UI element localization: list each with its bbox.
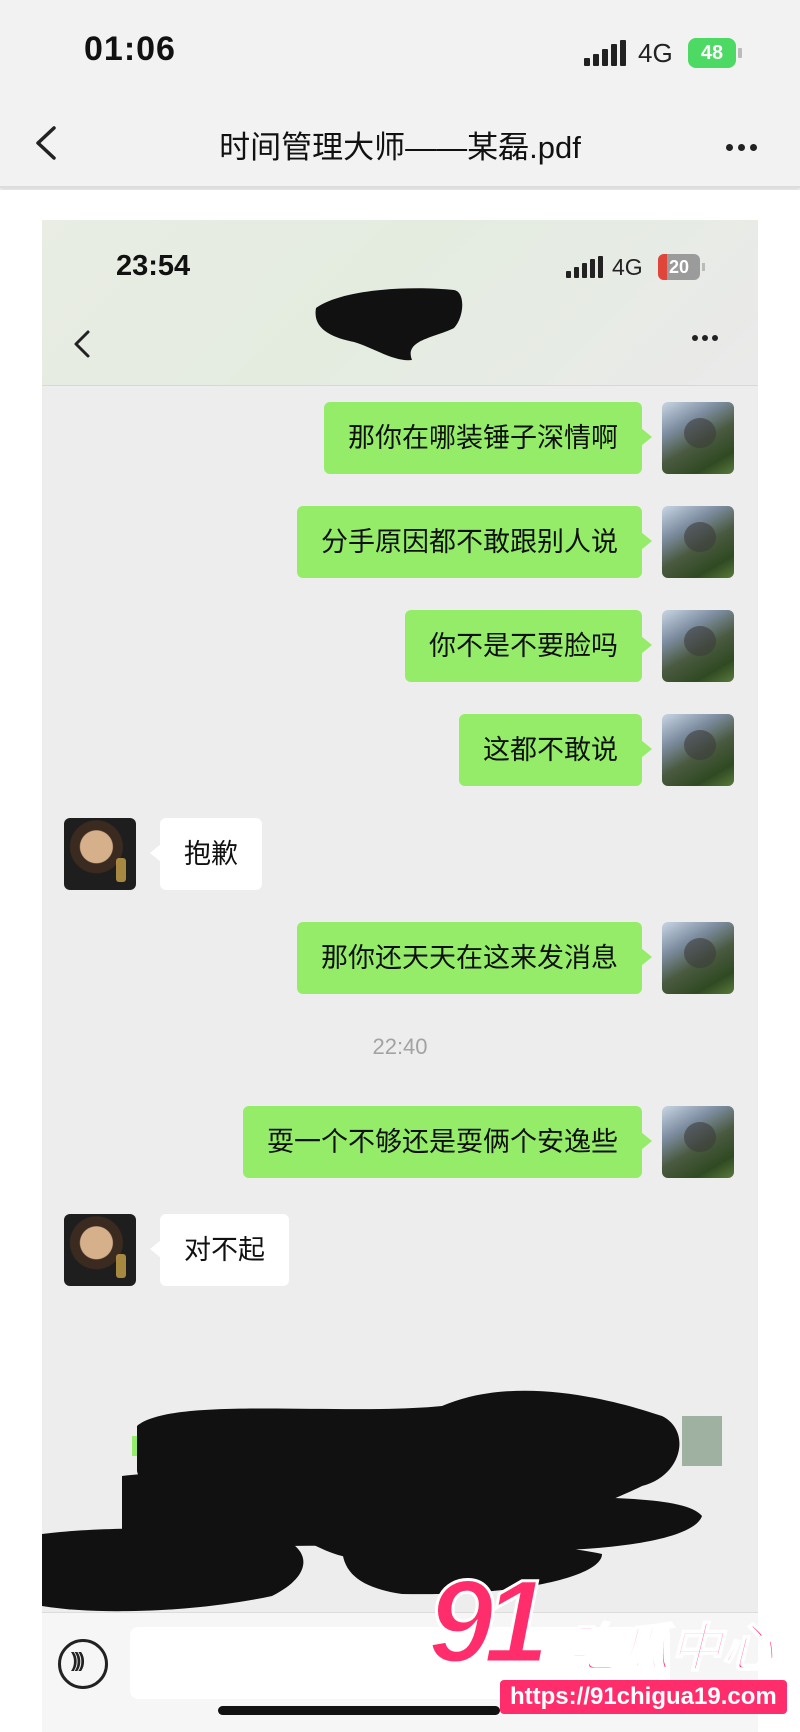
network-type: 4G [638, 38, 673, 68]
chat-history: 那你在哪装锤子深情啊 分手原因都不敢跟别人说 你不是不要脸吗 这都不敢说 抱歉 … [42, 386, 758, 1732]
avatar [662, 610, 734, 682]
avatar [64, 818, 136, 890]
home-indicator[interactable] [218, 1706, 500, 1715]
status-bar: 01:06 4G 48 [0, 0, 800, 100]
inner-network-type: 4G [612, 254, 643, 280]
battery-icon: 48 [688, 38, 742, 68]
contact-name-redaction [315, 288, 463, 361]
more-icon [726, 138, 762, 156]
inner-more-icon [692, 328, 732, 358]
message-bubble: 你不是不要脸吗 [405, 610, 652, 682]
message-bubble: 那你还天天在这来发消息 [297, 922, 652, 994]
chat-header: 23:54 4G 20 [42, 220, 758, 386]
inner-battery-level: 20 [668, 257, 690, 277]
messages-redaction [42, 1390, 722, 1612]
message-bubble: 那你在哪装锤子深情啊 [324, 402, 652, 474]
inner-back-icon [68, 324, 98, 364]
chat-screenshot-image: 23:54 4G 20 那你在哪装锤子深情啊 分手原因都不敢跟别人说 你不是不要… [42, 220, 758, 1732]
message-bubble: 耍一个不够还是耍俩个安逸些 [243, 1106, 652, 1178]
avatar [662, 714, 734, 786]
top-nav: 时间管理大师——某磊.pdf [0, 100, 800, 188]
back-button[interactable] [26, 118, 70, 168]
voice-icon [58, 1639, 108, 1689]
battery-level: 48 [688, 38, 736, 68]
chevron-left-icon [36, 126, 56, 160]
message-bubble: 分手原因都不敢跟别人说 [297, 506, 652, 578]
chat-timestamp: 22:40 [372, 1034, 428, 1059]
status-time: 01:06 [84, 30, 176, 68]
inner-signal-icon [566, 256, 604, 278]
avatar [662, 402, 734, 474]
message-bubble: 抱歉 [150, 818, 262, 890]
document-title: 时间管理大师——某磊.pdf [219, 130, 581, 165]
signal-icon [584, 40, 626, 66]
message-bubble: 这都不敢说 [459, 714, 652, 786]
avatar [662, 506, 734, 578]
inner-battery-icon: 20 [658, 254, 706, 280]
chat-text-input [130, 1627, 670, 1699]
more-button[interactable] [722, 122, 772, 162]
inner-status-time: 23:54 [116, 250, 191, 282]
avatar [662, 1106, 734, 1178]
avatar [662, 922, 734, 994]
